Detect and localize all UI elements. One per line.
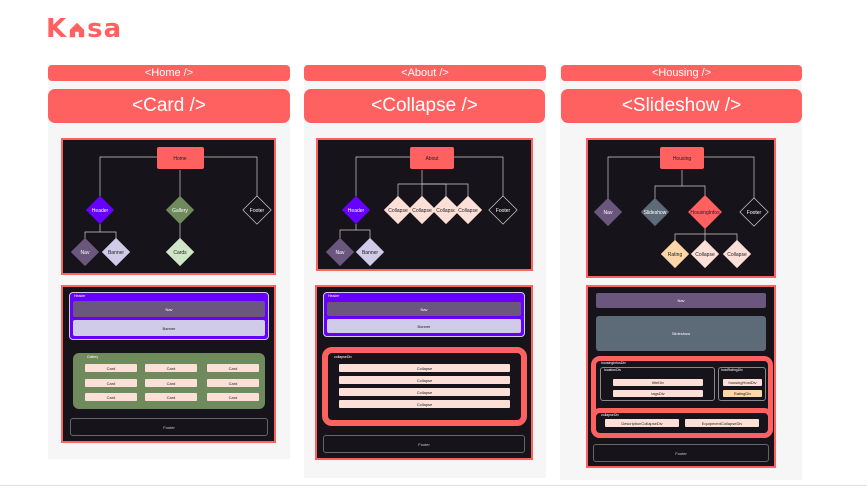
wire-host: housingHostDiv (723, 379, 762, 386)
wire-card: Card (85, 379, 137, 387)
component-title-collapse: <Collapse /> (304, 89, 545, 123)
wire-card: Card (85, 393, 137, 401)
route-label-about: <About /> (304, 65, 546, 81)
tree-node-cards-label: Cards (173, 250, 187, 256)
wire-gallery-tag: Gallery (87, 355, 99, 359)
tree-node-slideshow-label: Slideshow (644, 210, 667, 216)
wire-header: Header Nav Banner (323, 292, 525, 337)
housing-layout-wireframe: Nav Slideshow housingInfosDiv locationDi… (586, 285, 776, 468)
wire-banner: Banner (73, 320, 265, 336)
wire-footer: Footer (593, 444, 769, 462)
component-title-slideshow: <Slideshow /> (561, 89, 802, 123)
component-title-card: <Card /> (48, 89, 290, 123)
logo-prefix: K (46, 14, 68, 44)
home-tree-diagram: Home Header Gallery Footer Nav Banner Ca… (61, 138, 276, 275)
wire-gallery: Gallery Card Card Card Card Card Card Ca… (73, 353, 265, 409)
tree-node-header-label: Header (92, 208, 109, 214)
tree-node-nav-label: Nav (604, 210, 613, 216)
tree-node-footer-label: Footer (747, 210, 762, 216)
wire-collapse: Collapse (339, 376, 510, 384)
tree-node-nav-label: Nav (81, 250, 90, 256)
tree-node-collapse-label: Collapse (695, 252, 715, 258)
wire-collapse-tag: collapseDiv (334, 355, 352, 359)
wire-header-tag: Header (328, 294, 340, 298)
wire-banner: Banner (327, 319, 521, 333)
tree-node-root-label: About (425, 156, 439, 162)
wire-nav: Nav (73, 301, 265, 317)
tree-node-nav-label: Nav (336, 250, 345, 256)
wire-card: Card (207, 379, 259, 387)
house-icon (69, 22, 85, 38)
wire-nav: Nav (327, 302, 521, 316)
wire-host-rating-tag: hostRatingDiv (721, 368, 743, 372)
wire-host-rating: hostRatingDiv housingHostDiv RatingDiv (718, 367, 766, 401)
wire-collapse-div: collapseDiv DescriptionCollapseDiv Equip… (591, 408, 773, 438)
wire-slideshow: Slideshow (596, 316, 766, 351)
wire-card: Card (145, 379, 197, 387)
tree-node-housing-infos-label: HousingInfos (690, 210, 720, 216)
tree-node-collapse-label: Collapse (727, 252, 747, 258)
wire-header-tag: Header (74, 294, 86, 298)
wire-rating: RatingDiv (723, 390, 762, 397)
wire-collapse: Collapse (339, 388, 510, 396)
tree-node-banner-label: Banner (108, 250, 124, 256)
bottom-divider (0, 485, 867, 486)
tree-node-collapse-label: Collapse (458, 208, 478, 214)
tree-node-rating-label: Rating (668, 252, 683, 258)
wire-card: Card (207, 364, 259, 372)
wire-card: Card (85, 364, 137, 372)
about-tree-diagram: About Header Collapse Collapse Collapse … (316, 138, 533, 271)
wire-info-tag: housingInfosDiv (601, 361, 626, 365)
wire-nav: Nav (596, 293, 766, 308)
wire-collapse-div: collapseDiv Collapse Collapse Collapse C… (322, 347, 527, 426)
route-label-home: <Home /> (48, 65, 290, 81)
wire-collapse: Collapse (339, 364, 510, 372)
housing-tree-diagram: Housing Nav Slideshow HousingInfos Foote… (586, 138, 776, 278)
home-layout-wireframe: Header Nav Banner Gallery Card Card Card… (61, 285, 276, 443)
tree-node-banner-label: Banner (362, 250, 378, 256)
tree-node-gallery-label: Gallery (172, 208, 188, 214)
wire-equipment-collapse: EquipmentCollapseDiv (685, 419, 759, 427)
wire-header: Header Nav Banner (69, 292, 269, 340)
tree-node-footer-label: Footer (496, 208, 511, 214)
kasa-logo: Ksa (46, 14, 122, 44)
wire-description-collapse: DescriptionCollapseDiv (605, 419, 679, 427)
tree-node-footer-label: Footer (250, 208, 265, 214)
wire-card: Card (207, 393, 259, 401)
wire-footer: Footer (70, 418, 268, 436)
wire-collapse: Collapse (339, 400, 510, 408)
wire-tags: tagsDiv (613, 390, 703, 397)
wire-title: titleDiv (613, 379, 703, 386)
tree-node-root-label: Housing (673, 156, 692, 162)
tree-node-root-label: Home (173, 156, 187, 162)
wire-card: Card (145, 393, 197, 401)
about-layout-wireframe: Header Nav Banner collapseDiv Collapse C… (315, 285, 533, 460)
tree-node-collapse-label: Collapse (388, 208, 408, 214)
route-label-housing: <Housing /> (561, 65, 802, 81)
tree-node-header-label: Header (348, 208, 365, 214)
logo-suffix: sa (87, 14, 123, 44)
wire-card: Card (145, 364, 197, 372)
wire-collapse-tag: collapseDiv (601, 413, 619, 417)
wire-footer: Footer (323, 435, 525, 453)
wire-location: locationDiv titleDiv tagsDiv (600, 367, 715, 401)
tree-node-collapse-label: Collapse (412, 208, 432, 214)
wire-location-tag: locationDiv (604, 368, 622, 372)
tree-node-collapse-label: Collapse (436, 208, 456, 214)
